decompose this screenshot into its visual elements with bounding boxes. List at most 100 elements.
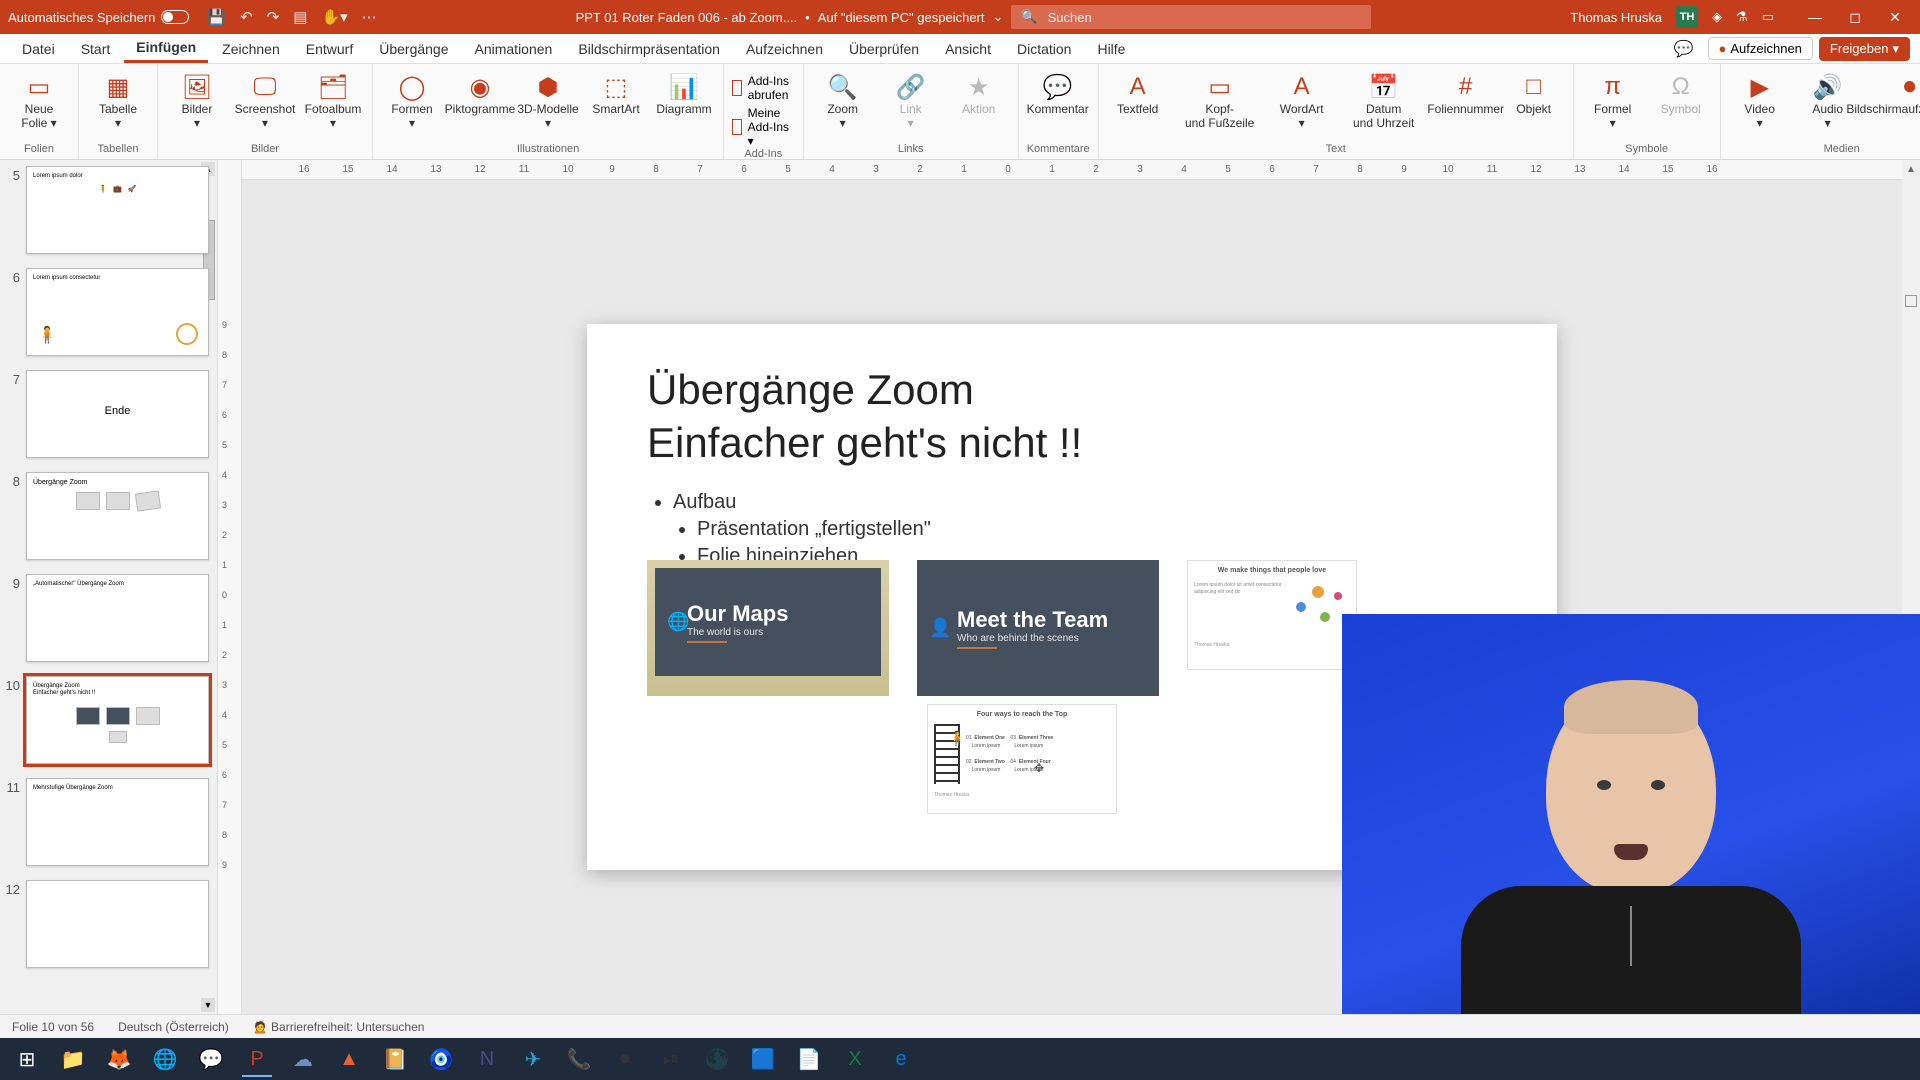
mini-slide-b[interactable]: Four ways to reach the Top 🧍 01 Element … xyxy=(927,704,1117,814)
undo-icon[interactable]: ↶ xyxy=(240,8,253,26)
thumb-scroll-down[interactable]: ▼ xyxy=(201,998,215,1012)
taskbar-app-1[interactable]: 📁 xyxy=(52,1041,94,1077)
taskbar-app-15[interactable]: 🌑 xyxy=(696,1041,738,1077)
ribbon-bilder-button[interactable]: 🖼Bilder▾ xyxy=(166,68,228,130)
slide-position[interactable]: Folie 10 von 56 xyxy=(12,1020,94,1034)
my-addins-button[interactable]: Meine Add-Ins ▾ xyxy=(732,106,795,148)
ribbon-smartart-button[interactable]: ⬚SmartArt xyxy=(585,68,647,116)
windows-taskbar[interactable]: ⊞📁🦊🌐💬P☁▲📔🧿N✈📞⏺⏯🌑🟦📄Xe xyxy=(0,1038,1920,1080)
present-icon[interactable]: ▤ xyxy=(293,8,307,26)
taskbar-app-9[interactable]: 🧿 xyxy=(420,1041,462,1077)
taskbar-app-14[interactable]: ⏯ xyxy=(650,1041,692,1077)
tab-bildschirmpraesentation[interactable]: Bildschirmpräsentation xyxy=(566,36,732,62)
diamond-icon[interactable]: ◈ xyxy=(1712,9,1722,25)
qat-more-icon[interactable]: ⋯ xyxy=(362,8,377,26)
accessibility-status[interactable]: 🙍 Barrierefreiheit: Untersuchen xyxy=(253,1020,425,1034)
ribbon-kommentar-button[interactable]: 💬Kommentar xyxy=(1027,68,1089,116)
scroll-thumb[interactable] xyxy=(1905,295,1917,307)
ribbon-symbol-button[interactable]: ΩSymbol xyxy=(1650,68,1712,116)
tile-meet-team[interactable]: 👤 Meet the Team Who are behind the scene… xyxy=(917,560,1159,696)
ribbon-audio-button[interactable]: 🔊Audio▾ xyxy=(1797,68,1859,130)
taskbar-app-16[interactable]: 🟦 xyxy=(742,1041,784,1077)
ribbon-objekt-button[interactable]: □Objekt xyxy=(1503,68,1565,116)
record-button[interactable]: Aufzeichnen xyxy=(1708,37,1813,60)
ribbon-formel-button[interactable]: πFormel▾ xyxy=(1582,68,1644,130)
taskbar-app-7[interactable]: ▲ xyxy=(328,1041,370,1077)
ribbon-fotoalbum-button[interactable]: 🗂Fotoalbum▾ xyxy=(302,68,364,130)
get-addins-button[interactable]: Add-Ins abrufen xyxy=(732,74,795,102)
thumbnail-slide-9[interactable]: 9„Automatischer" Übergänge Zoom xyxy=(4,574,209,662)
comments-button[interactable]: 💬 xyxy=(1666,36,1702,62)
ribbon-link-button[interactable]: 🔗Link▾ xyxy=(880,68,942,130)
thumbnail-pane[interactable]: ▲ ▼ 5Lorem ipsum dolor🧍 💼 🚀6Lorem ipsum … xyxy=(0,160,218,1014)
tab-entwurf[interactable]: Entwurf xyxy=(294,36,365,62)
scroll-up-icon[interactable]: ▲ xyxy=(1906,164,1916,175)
ribbon-diagramm-button[interactable]: 📊Diagramm xyxy=(653,68,715,116)
taskbar-app-2[interactable]: 🦊 xyxy=(98,1041,140,1077)
search-box[interactable]: 🔍 xyxy=(1011,5,1371,29)
thumbnail-slide-8[interactable]: 8Übergänge Zoom xyxy=(4,472,209,560)
ribbon-neuefolie-button[interactable]: ▭NeueFolie ▾ xyxy=(8,68,70,130)
ribbon-kopfundfuzeile-button[interactable]: ▭Kopf-und Fußzeile xyxy=(1175,68,1265,130)
tab-ansicht[interactable]: Ansicht xyxy=(933,36,1003,62)
taskbar-app-5[interactable]: P xyxy=(236,1041,278,1077)
thumbnail-slide-6[interactable]: 6Lorem ipsum consectetur🧍 xyxy=(4,268,209,356)
taskbar-app-13[interactable]: ⏺ xyxy=(604,1041,646,1077)
ribbon-dmodelle-button[interactable]: ⬢3D-Modelle▾ xyxy=(517,68,579,130)
tab-ueberpruefen[interactable]: Überprüfen xyxy=(837,36,931,62)
taskbar-app-10[interactable]: N xyxy=(466,1041,508,1077)
tab-hilfe[interactable]: Hilfe xyxy=(1085,36,1137,62)
ribbon-screenshot-button[interactable]: 🖵Screenshot▾ xyxy=(234,68,296,130)
taskbar-app-3[interactable]: 🌐 xyxy=(144,1041,186,1077)
ribbon-tabelle-button[interactable]: ▦Tabelle▾ xyxy=(87,68,149,130)
language-status[interactable]: Deutsch (Österreich) xyxy=(118,1020,229,1034)
taskbar-app-17[interactable]: 📄 xyxy=(788,1041,830,1077)
slide-title[interactable]: Übergänge Zoom Einfacher geht's nicht !! xyxy=(647,364,1497,469)
save-icon[interactable]: 💾 xyxy=(207,8,226,26)
tab-zeichnen[interactable]: Zeichnen xyxy=(210,36,292,62)
taskbar-app-6[interactable]: ☁ xyxy=(282,1041,324,1077)
ribbon-formen-button[interactable]: ◯Formen▾ xyxy=(381,68,443,130)
ribbon-video-button[interactable]: ▶Video▾ xyxy=(1729,68,1791,130)
tab-animationen[interactable]: Animationen xyxy=(463,36,565,62)
thumbnail-slide-7[interactable]: 7Ende xyxy=(4,370,209,458)
autosave-toggle[interactable]: Automatisches Speichern xyxy=(8,10,189,25)
taskbar-app-19[interactable]: e xyxy=(880,1041,922,1077)
search-input[interactable] xyxy=(1048,10,1362,25)
thumbnail-slide-11[interactable]: 11Mehrstufige Übergänge Zoom xyxy=(4,778,209,866)
ribbon-foliennummer-button[interactable]: #Foliennummer xyxy=(1435,68,1497,116)
tab-dictation[interactable]: Dictation xyxy=(1005,36,1083,62)
ribbon-datumunduhrzeit-button[interactable]: 📅Datumund Uhrzeit xyxy=(1339,68,1429,130)
share-button[interactable]: Freigeben ▾ xyxy=(1819,37,1910,61)
thumbnail-slide-5[interactable]: 5Lorem ipsum dolor🧍 💼 🚀 xyxy=(4,166,209,254)
thumbnail-slide-12[interactable]: 12 xyxy=(4,880,209,968)
taskbar-app-18[interactable]: X xyxy=(834,1041,876,1077)
thumbnail-slide-10[interactable]: 10Übergänge ZoomEinfacher geht's nicht !… xyxy=(4,676,209,764)
touch-icon[interactable]: ✋▾ xyxy=(321,8,347,26)
taskbar-app-8[interactable]: 📔 xyxy=(374,1041,416,1077)
tab-einfuegen[interactable]: Einfügen xyxy=(124,34,208,63)
autosave-switch[interactable] xyxy=(161,10,189,24)
tile-our-maps[interactable]: 🌐 Our Maps The world is ours xyxy=(647,560,889,696)
tab-uebergaenge[interactable]: Übergänge xyxy=(367,36,460,62)
maximize-button[interactable]: ◻ xyxy=(1838,9,1872,26)
taskbar-app-0[interactable]: ⊞ xyxy=(6,1041,48,1077)
ribbon-textfeld-button[interactable]: ATextfeld xyxy=(1107,68,1169,116)
flask-icon[interactable]: ⚗ xyxy=(1736,9,1748,25)
ribbon-zoom-button[interactable]: 🔍Zoom▾ xyxy=(812,68,874,130)
taskbar-app-12[interactable]: 📞 xyxy=(558,1041,600,1077)
close-button[interactable]: ✕ xyxy=(1878,9,1912,26)
tab-aufzeichnen[interactable]: Aufzeichnen xyxy=(734,36,835,62)
user-avatar[interactable]: TH xyxy=(1676,6,1698,28)
ribbon-wordart-button[interactable]: AWordArt▾ xyxy=(1271,68,1333,130)
ribbon-piktogramme-button[interactable]: ◉Piktogramme xyxy=(449,68,511,116)
ribbon-bildschirmaufzeichnung-button[interactable]: ⏺Bildschirmaufzeichnung xyxy=(1865,68,1920,116)
taskbar-app-11[interactable]: ✈ xyxy=(512,1041,554,1077)
window-mode-icon[interactable]: ▭ xyxy=(1762,9,1774,25)
ribbon-aktion-button[interactable]: ★Aktion xyxy=(948,68,1010,116)
taskbar-app-4[interactable]: 💬 xyxy=(190,1041,232,1077)
tab-start[interactable]: Start xyxy=(69,36,123,62)
tab-datei[interactable]: Datei xyxy=(10,36,67,62)
chevron-down-icon[interactable]: ⌄ xyxy=(993,9,1004,25)
mini-slide-a[interactable]: We make things that people love Lorem ip… xyxy=(1187,560,1357,670)
